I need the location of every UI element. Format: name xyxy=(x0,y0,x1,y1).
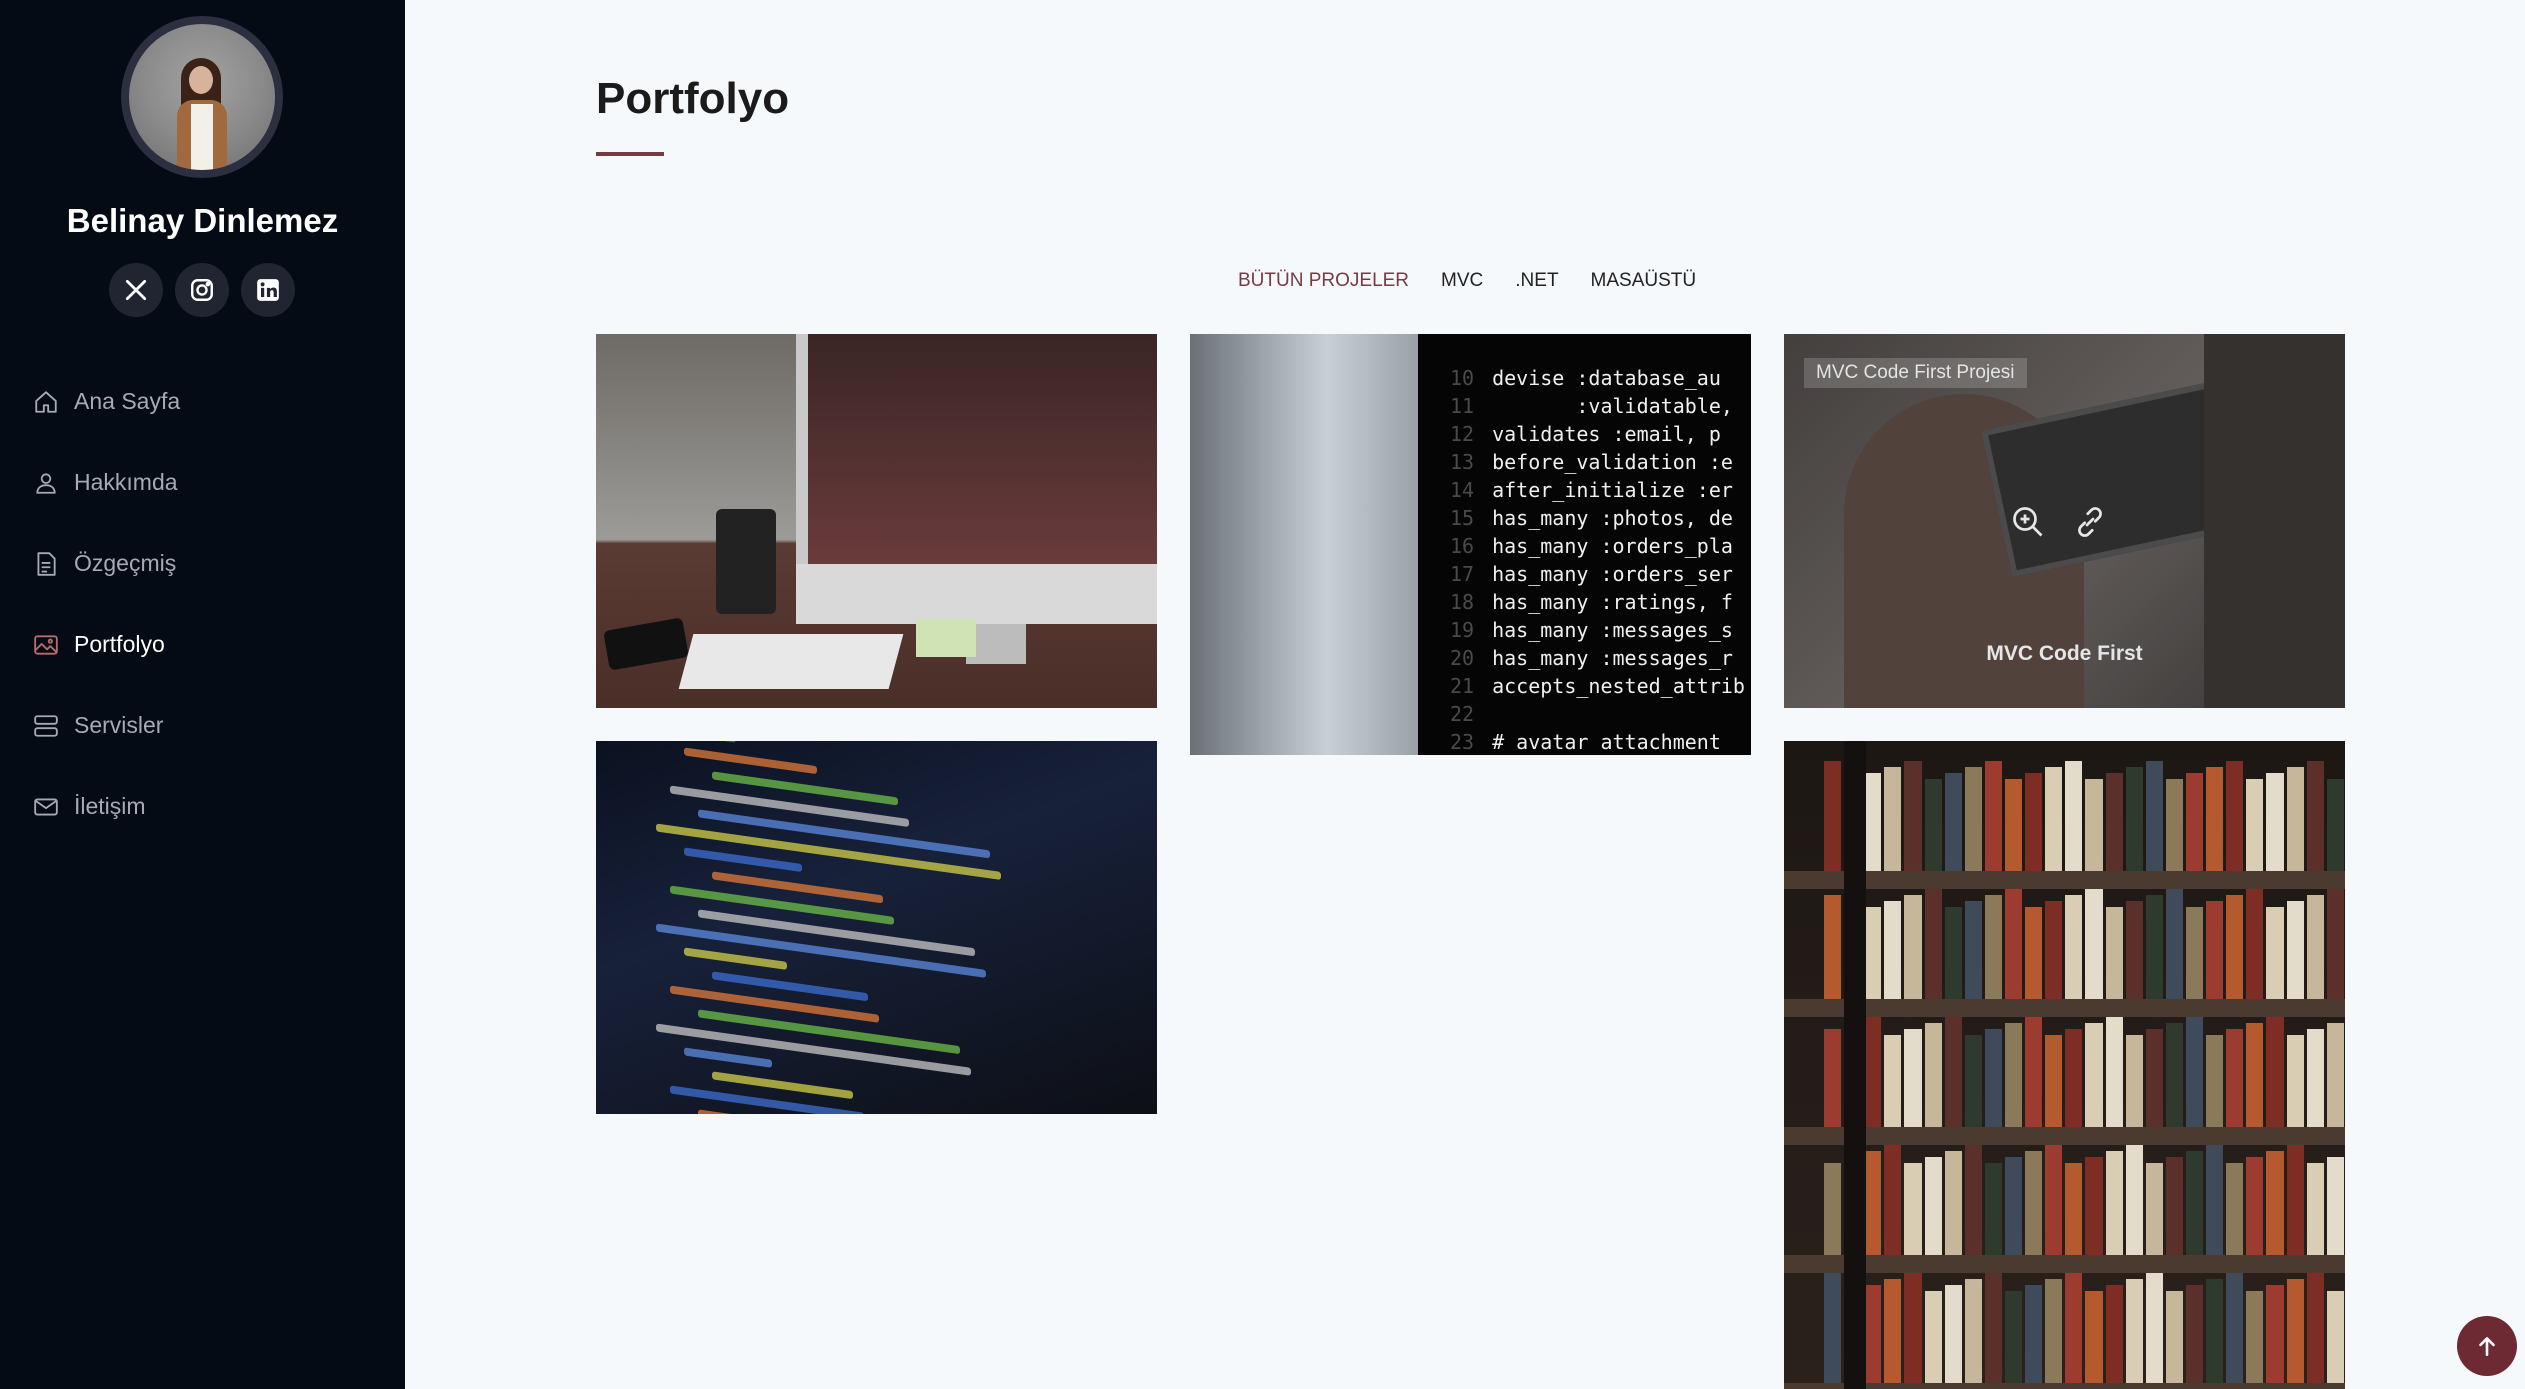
person-icon xyxy=(32,469,60,497)
envelope-icon xyxy=(32,793,60,821)
portfolio-item-bookshelf[interactable] xyxy=(1784,741,2345,1389)
code-line-text: has_many :messages_r xyxy=(1492,646,1733,670)
social-links xyxy=(109,263,295,317)
portfolio-filters: BÜTÜN PROJELER MVC .NET MASAÜSTÜ xyxy=(1238,270,1696,292)
code-line: 12 validates :email, p xyxy=(1450,420,1745,448)
arrow-up-icon xyxy=(2479,1337,2495,1356)
code-line-text: has_many :photos, de xyxy=(1492,506,1733,530)
home-icon xyxy=(32,388,60,416)
portfolio-item-actions xyxy=(2008,502,2110,542)
code-line-text: has_many :messages_s xyxy=(1492,618,1733,642)
sidebar: Belinay Dinlemez Ana Sayfa Hakkımda Özge… xyxy=(0,0,405,1389)
profile-name: Belinay Dinlemez xyxy=(66,202,339,239)
code-line: 19 has_many :messages_s xyxy=(1450,616,1745,644)
code-line: 13 before_validation :e xyxy=(1450,448,1745,476)
code-line-text: has_many :ratings, f xyxy=(1492,590,1733,614)
nav-label: İletişim xyxy=(74,793,146,819)
image-icon xyxy=(32,631,60,659)
code-line-number: 12 xyxy=(1450,422,1475,446)
title-underline xyxy=(596,152,664,156)
nav-label: Özgeçmiş xyxy=(74,550,177,576)
back-to-top-button[interactable] xyxy=(2457,1316,2517,1376)
code-line-text: has_many :orders_ser xyxy=(1492,562,1733,586)
link-icon[interactable] xyxy=(2070,502,2110,542)
section-title: Portfolyo xyxy=(596,74,790,123)
code-line-number: 17 xyxy=(1450,562,1475,586)
code-line: 16 has_many :orders_pla xyxy=(1450,532,1745,560)
code-line: 23 # avatar attachment xyxy=(1450,728,1745,755)
code-line-number: 15 xyxy=(1450,506,1475,530)
code-line-number: 14 xyxy=(1450,478,1475,502)
nav-label: Hakkımda xyxy=(74,469,178,495)
nav-item-portfolio[interactable]: Portfolyo xyxy=(32,604,180,685)
nav-item-about[interactable]: Hakkımda xyxy=(32,442,180,523)
nav-label: Portfolyo xyxy=(74,631,165,657)
server-icon xyxy=(32,712,60,740)
profile-avatar xyxy=(121,16,283,178)
code-line: 11 :validatable, xyxy=(1450,392,1745,420)
nav-label: Ana Sayfa xyxy=(74,388,181,414)
code-line: 20 has_many :messages_r xyxy=(1450,644,1745,672)
code-line-text: validates :email, p xyxy=(1492,422,1721,446)
code-line: 18 has_many :ratings, f xyxy=(1450,588,1745,616)
zoom-in-icon[interactable] xyxy=(2008,502,2048,542)
code-snippet: 10 devise :database_au 11 :validatable, 12 v… xyxy=(1450,364,1745,755)
code-line-text: # avatar attachment xyxy=(1492,730,1721,754)
code-line-number: 23 xyxy=(1450,730,1475,754)
nav-label: Servisler xyxy=(74,712,164,738)
portfolio-item-caption: MVC Code First xyxy=(1986,642,2143,665)
nav-item-resume[interactable]: Özgeçmiş xyxy=(32,523,180,604)
code-line-number: 22 xyxy=(1450,702,1475,726)
code-line-number: 11 xyxy=(1450,394,1475,418)
code-line-number: 10 xyxy=(1450,366,1475,390)
code-line-number: 19 xyxy=(1450,618,1475,642)
filter-mvc[interactable]: MVC xyxy=(1441,270,1483,292)
main-nav: Ana Sayfa Hakkımda Özgeçmiş Portfolyo Se… xyxy=(32,361,180,847)
document-icon xyxy=(32,550,60,578)
portfolio-item-title: MVC Code First Projesi xyxy=(1804,358,2027,388)
linkedin-icon[interactable] xyxy=(241,263,295,317)
code-line: 22 xyxy=(1450,700,1745,728)
code-line-number: 13 xyxy=(1450,450,1475,474)
portfolio-item-mvc-code-first[interactable]: MVC Code First Projesi MVC Code First xyxy=(1784,334,2345,708)
portfolio-item-code[interactable]: 10 devise :database_au 11 :validatable, 12 v… xyxy=(1190,334,1751,755)
filter-dotnet[interactable]: .NET xyxy=(1515,270,1558,292)
code-line-text: :validatable, xyxy=(1492,394,1733,418)
nav-item-contact[interactable]: İletişim xyxy=(32,766,180,847)
code-line: 10 devise :database_au xyxy=(1450,364,1745,392)
code-line-number: 21 xyxy=(1450,674,1475,698)
code-line: 17 has_many :orders_ser xyxy=(1450,560,1745,588)
portfolio-item-laptop-code[interactable] xyxy=(596,741,1157,1114)
code-line-number: 18 xyxy=(1450,590,1475,614)
code-line-text: has_many :orders_pla xyxy=(1492,534,1733,558)
filter-desktop[interactable]: MASAÜSTÜ xyxy=(1591,270,1697,292)
nav-item-home[interactable]: Ana Sayfa xyxy=(32,361,180,442)
code-line: 14 after_initialize :er xyxy=(1450,476,1745,504)
instagram-icon[interactable] xyxy=(175,263,229,317)
code-line-text: after_initialize :er xyxy=(1492,478,1733,502)
code-line: 15 has_many :photos, de xyxy=(1450,504,1745,532)
code-line-text: accepts_nested_attrib xyxy=(1492,674,1745,698)
code-line-number: 20 xyxy=(1450,646,1475,670)
code-line: 21 accepts_nested_attrib xyxy=(1450,672,1745,700)
code-line-number: 16 xyxy=(1450,534,1475,558)
code-line-text: devise :database_au xyxy=(1492,366,1721,390)
code-line-text: before_validation :e xyxy=(1492,450,1733,474)
nav-item-services[interactable]: Servisler xyxy=(32,685,180,766)
filter-all[interactable]: BÜTÜN PROJELER xyxy=(1238,270,1409,292)
portfolio-item-imac[interactable] xyxy=(596,334,1157,708)
x-twitter-icon[interactable] xyxy=(109,263,163,317)
